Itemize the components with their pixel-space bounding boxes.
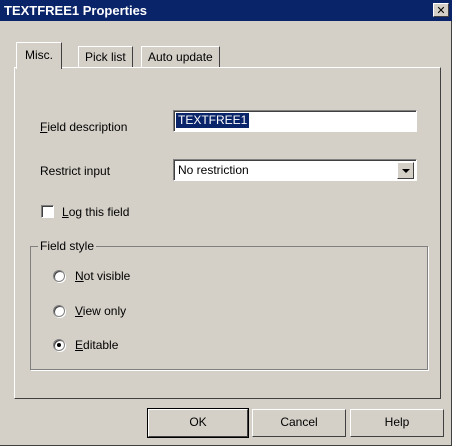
restrict-input-value: No restriction <box>178 163 249 177</box>
radio-editable-label: Editable <box>75 338 119 352</box>
radio-not-visible-label: Not visible <box>75 269 131 283</box>
dropdown-button[interactable] <box>397 162 414 179</box>
tab-auto-update[interactable]: Auto update <box>141 46 220 67</box>
radio-not-visible[interactable] <box>53 270 65 282</box>
tab-misc[interactable]: Misc. <box>16 42 62 69</box>
field-style-legend: Field style <box>38 239 97 253</box>
radio-view-only-label: View only <box>75 304 127 318</box>
restrict-input-select[interactable]: No restriction <box>173 159 417 181</box>
properties-dialog: TEXTFREE1 Properties ✕ Misc. Pick list A… <box>0 0 452 446</box>
field-description-label: Field description <box>40 120 128 134</box>
radio-selected-dot <box>57 343 61 347</box>
window-title: TEXTFREE1 Properties <box>4 3 148 18</box>
field-description-input[interactable]: TEXTFREE1 <box>173 110 417 132</box>
radio-view-only[interactable] <box>53 305 65 317</box>
tab-pick-list[interactable]: Pick list <box>78 46 133 67</box>
field-description-value: TEXTFREE1 <box>176 113 250 128</box>
restrict-input-label: Restrict input <box>40 164 111 178</box>
help-button[interactable]: Help <box>350 409 444 437</box>
log-field-label: Log this field <box>62 205 130 219</box>
close-button[interactable]: ✕ <box>433 3 449 17</box>
chevron-down-icon <box>402 169 410 173</box>
radio-editable[interactable] <box>53 339 65 351</box>
ok-button[interactable]: OK <box>147 408 249 438</box>
log-field-checkbox[interactable] <box>41 205 54 218</box>
title-bar[interactable]: TEXTFREE1 Properties ✕ <box>0 0 452 21</box>
cancel-button[interactable]: Cancel <box>252 409 346 437</box>
close-icon: ✕ <box>436 5 446 17</box>
